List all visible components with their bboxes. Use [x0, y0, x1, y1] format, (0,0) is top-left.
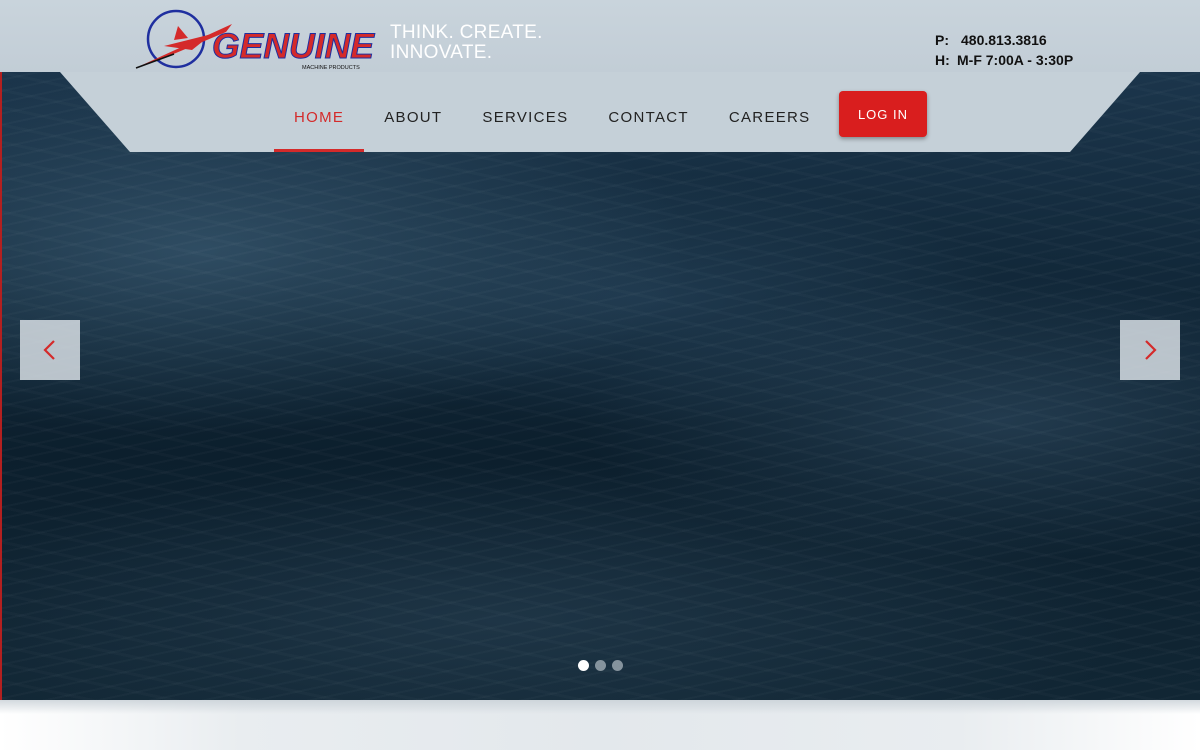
nav-item-about[interactable]: ABOUT [364, 82, 462, 152]
logo-subtext: MACHINE PRODUCTS [302, 65, 360, 71]
phone-label: P: [935, 32, 949, 48]
logo-text: GENUINE [212, 27, 376, 66]
slider-next-button[interactable] [1120, 320, 1180, 380]
login-button[interactable]: LOG IN [839, 91, 927, 137]
hours-row: H: M-F 7:00A - 3:30P [935, 50, 1073, 70]
tagline-line-1: THINK. CREATE. [390, 22, 543, 43]
nav-item-home[interactable]: HOME [274, 82, 365, 152]
main-nav: HOME ABOUT SERVICES CONTACT CAREERS [274, 82, 831, 152]
phone-number[interactable]: 480.813.3816 [961, 30, 1047, 50]
content-band [0, 700, 1200, 750]
chevron-right-icon [1145, 340, 1157, 360]
slider-dots [578, 660, 623, 671]
slider-dot-1[interactable] [578, 660, 589, 671]
phone-row: P: 480.813.3816 [935, 30, 1073, 50]
tagline: THINK. CREATE. INNOVATE. [390, 23, 543, 63]
contact-info: P: 480.813.3816 H: M-F 7:00A - 3:30P [935, 30, 1073, 70]
hours-label: H: [935, 52, 950, 68]
tagline-line-2: INNOVATE. [390, 42, 493, 63]
slider-dot-2[interactable] [595, 660, 606, 671]
nav-item-contact[interactable]: CONTACT [588, 82, 708, 152]
page: GENUINE MACHINE PRODUCTS THINK. CREATE. … [0, 0, 1200, 750]
slider-dot-3[interactable] [612, 660, 623, 671]
chevron-left-icon [43, 340, 55, 360]
genuine-logo[interactable]: GENUINE MACHINE PRODUCTS [134, 6, 378, 72]
nav-item-services[interactable]: SERVICES [462, 82, 588, 152]
slider-prev-button[interactable] [20, 320, 80, 380]
nav-item-careers[interactable]: CAREERS [709, 82, 831, 152]
hours-value: M-F 7:00A - 3:30P [957, 52, 1074, 68]
